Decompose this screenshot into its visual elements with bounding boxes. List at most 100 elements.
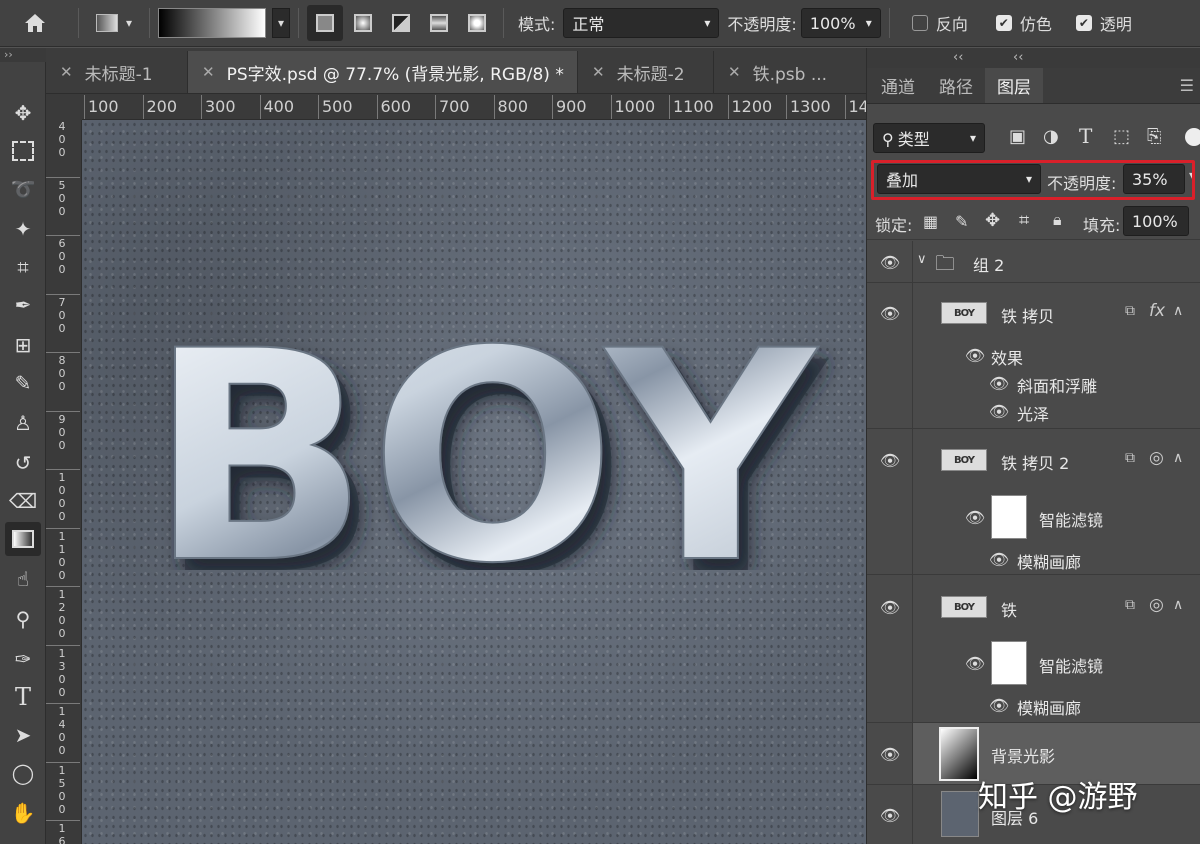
close-icon[interactable]: ✕ bbox=[60, 63, 73, 81]
pen-icon: ✑ bbox=[14, 647, 32, 671]
eye-icon[interactable]: 👁︎ bbox=[880, 303, 900, 323]
smart-filters-label: 智能滤镜 bbox=[1039, 511, 1104, 530]
gradient-preview[interactable] bbox=[158, 8, 266, 38]
boy-artwork: BOY BOY bbox=[147, 330, 828, 570]
layer-iron[interactable]: 👁︎ BOY 铁 ⧉ ◎ ∧ 👁︎ 智能滤镜 👁︎ 模糊画廊 bbox=[867, 575, 1200, 723]
eye-icon[interactable]: 👁︎ bbox=[880, 744, 900, 764]
eye-icon[interactable]: 👁︎ bbox=[989, 401, 1009, 421]
gradient-tool[interactable] bbox=[5, 522, 41, 556]
ruler-label: 700 bbox=[439, 97, 470, 116]
chevron-up-icon[interactable]: ∧ bbox=[1173, 450, 1183, 466]
eye-icon[interactable]: 👁︎ bbox=[880, 252, 900, 272]
ruler-tick bbox=[46, 586, 80, 587]
ruler-label: 4 0 0 bbox=[58, 120, 66, 159]
magic-wand-tool[interactable]: ✦ bbox=[5, 212, 41, 246]
type-filter-icon[interactable]: T bbox=[1079, 124, 1092, 148]
layer-group-2[interactable]: 👁︎ ∨ 🗀 组 2 bbox=[867, 241, 1200, 283]
gradient-icon bbox=[12, 530, 34, 548]
radial-gradient-button[interactable] bbox=[345, 5, 381, 41]
frame-tool[interactable]: ⊞ bbox=[5, 328, 41, 362]
gradient-picker[interactable]: ▾ bbox=[158, 6, 290, 40]
eyedropper-tool[interactable]: ✒ bbox=[5, 288, 41, 322]
tab-untitled-1[interactable]: ✕ 未标题-1 bbox=[46, 51, 188, 93]
chevron-down-icon[interactable]: ∨ bbox=[917, 252, 927, 267]
lock-all-icon[interactable]: 🔒︎ bbox=[1053, 210, 1062, 230]
document-canvas[interactable]: BOY BOY bbox=[82, 120, 866, 844]
eye-icon[interactable]: 👁︎ bbox=[989, 549, 1009, 569]
smart-object-icon: ⧉ bbox=[1125, 303, 1135, 319]
collapse-icon[interactable]: ‹‹ bbox=[1013, 50, 1023, 65]
close-icon[interactable]: ✕ bbox=[728, 63, 741, 81]
layer-iron-copy-2[interactable]: 👁︎ BOY 铁 拷贝 2 ⧉ ◎ ∧ 👁︎ 智能滤镜 👁︎ 模糊画廊 bbox=[867, 429, 1200, 575]
dodge-tool[interactable]: ⚲ bbox=[5, 602, 41, 636]
crop-tool[interactable]: ⌗ bbox=[5, 250, 41, 284]
tab-iron-psb[interactable]: ✕ 铁.psb ... bbox=[714, 51, 866, 93]
smudge-tool[interactable]: ☝ bbox=[5, 562, 41, 596]
dither-checkbox[interactable]: ✔ 仿色 bbox=[995, 11, 1052, 35]
adjustment-filter-icon[interactable]: ◑ bbox=[1043, 126, 1059, 147]
panel-menu-icon[interactable]: ☰ bbox=[1180, 76, 1194, 95]
close-icon[interactable]: ✕ bbox=[202, 63, 215, 81]
layer-name: 组 2 bbox=[973, 256, 1005, 275]
smart-object-filter-icon[interactable]: ⎘ bbox=[1147, 126, 1161, 147]
layer-iron-copy[interactable]: 👁︎ BOY 铁 拷贝 ⧉ fx ∧ 👁︎ 效果 👁︎ 斜面和浮雕 👁︎ 光泽 bbox=[867, 283, 1200, 429]
expand-toolbar-icon[interactable]: ›› bbox=[4, 48, 13, 61]
lock-artboard-icon[interactable]: ⌗ bbox=[1019, 210, 1029, 231]
opacity-input[interactable]: 100% ▾ bbox=[800, 8, 881, 38]
diamond-gradient-button[interactable] bbox=[459, 5, 495, 41]
eye-icon[interactable]: 👁︎ bbox=[965, 507, 985, 527]
eye-icon[interactable]: 👁︎ bbox=[880, 805, 900, 825]
hand-tool[interactable]: ✋ bbox=[5, 796, 41, 830]
reflected-gradient-button[interactable] bbox=[421, 5, 457, 41]
lock-brush-icon[interactable]: ✎ bbox=[955, 212, 968, 231]
chevron-up-icon[interactable]: ∧ bbox=[1173, 597, 1183, 613]
history-brush-tool[interactable]: ↺ bbox=[5, 446, 41, 480]
eraser-tool[interactable]: ⌫ bbox=[5, 484, 41, 518]
ruler-label: 7 0 0 bbox=[58, 295, 66, 335]
eye-icon[interactable]: 👁︎ bbox=[965, 345, 985, 365]
chevron-down-icon[interactable]: ▾ bbox=[272, 8, 290, 38]
tab-ps-effect[interactable]: ✕ PS字效.psd @ 77.7% (背景光影, RGB/8) * bbox=[188, 51, 578, 93]
close-icon[interactable]: ✕ bbox=[592, 63, 605, 81]
eye-icon[interactable]: 👁︎ bbox=[989, 695, 1009, 715]
eye-icon[interactable]: 👁︎ bbox=[880, 450, 900, 470]
tab-paths[interactable]: 路径 bbox=[927, 68, 985, 103]
chevron-up-icon[interactable]: ∧ bbox=[1173, 303, 1183, 319]
tab-untitled-2[interactable]: ✕ 未标题-2 bbox=[578, 51, 714, 93]
pen-tool[interactable]: ✑ bbox=[5, 642, 41, 676]
reverse-checkbox[interactable]: 反向 bbox=[911, 11, 968, 35]
linear-gradient-button[interactable] bbox=[307, 5, 343, 41]
marquee-tool[interactable] bbox=[5, 134, 41, 168]
home-button[interactable] bbox=[0, 6, 70, 40]
eye-icon[interactable]: 👁︎ bbox=[965, 653, 985, 673]
angle-gradient-button[interactable] bbox=[383, 5, 419, 41]
filter-toggle-icon[interactable] bbox=[1185, 128, 1200, 146]
eye-icon[interactable]: 👁︎ bbox=[989, 373, 1009, 393]
effect-name: 光泽 bbox=[1017, 405, 1050, 424]
fill-input[interactable]: 100% bbox=[1123, 206, 1189, 236]
tool-preset-picker[interactable]: ▾ bbox=[87, 6, 141, 40]
linear-gradient-icon bbox=[316, 14, 334, 32]
ellipse-tool[interactable]: ◯ bbox=[5, 756, 41, 790]
eye-icon[interactable]: 👁︎ bbox=[880, 597, 900, 617]
collapse-icon[interactable]: ‹‹ bbox=[953, 50, 963, 65]
tab-channels[interactable]: 通道 bbox=[869, 68, 927, 103]
shape-filter-icon[interactable]: ⬚ bbox=[1113, 126, 1130, 147]
fill-value: 100% bbox=[1132, 211, 1178, 231]
brush-tool[interactable]: ✎ bbox=[5, 366, 41, 400]
ruler-tick bbox=[46, 644, 80, 646]
mode-select[interactable]: 正常 ▾ bbox=[563, 8, 720, 38]
image-filter-icon[interactable]: ▣ bbox=[1009, 126, 1026, 147]
tab-layers[interactable]: 图层 bbox=[985, 68, 1043, 103]
ruler-label: 6 0 0 bbox=[58, 237, 66, 276]
fx-icon[interactable]: fx bbox=[1149, 301, 1165, 321]
transparency-checkbox[interactable]: ✔ 透明 bbox=[1075, 11, 1132, 35]
type-tool[interactable]: T bbox=[5, 680, 41, 714]
stamp-tool[interactable]: ♙ bbox=[5, 406, 41, 440]
path-selection-tool[interactable]: ➤ bbox=[5, 718, 41, 752]
lock-transparent-icon[interactable]: ▦ bbox=[923, 212, 938, 231]
move-tool[interactable]: ✥ bbox=[5, 96, 41, 130]
lock-position-icon[interactable]: ✥ bbox=[985, 210, 1000, 231]
lasso-tool[interactable]: ➰ bbox=[5, 172, 41, 206]
layer-filter-select[interactable]: ⚲ 类型 ▾ bbox=[873, 123, 985, 153]
